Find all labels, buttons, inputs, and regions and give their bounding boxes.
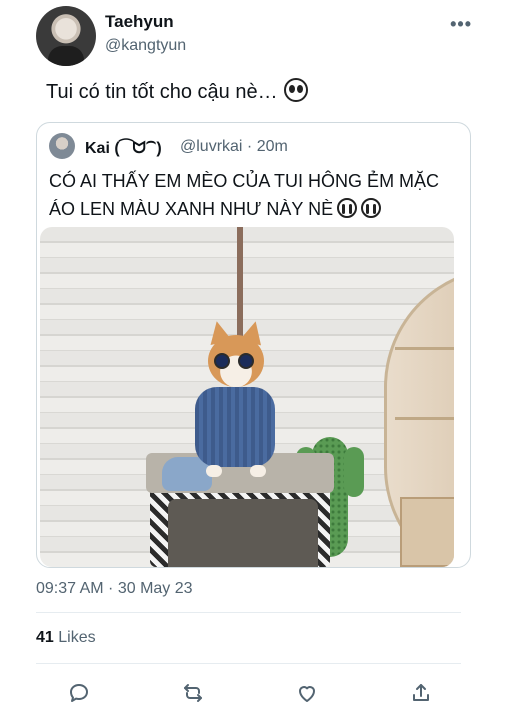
cat-photo[interactable]: [40, 227, 454, 567]
reply-icon[interactable]: [62, 676, 96, 710]
cardboard-box: [400, 497, 454, 567]
share-icon[interactable]: [404, 676, 438, 710]
divider: [36, 663, 461, 664]
quoted-avatar[interactable]: [49, 133, 75, 159]
like-icon[interactable]: [290, 676, 324, 710]
cat-sweater: [195, 387, 275, 467]
user-handle[interactable]: @kangtyun: [105, 37, 186, 55]
quoted-text-content: CÓ AI THẤY EM MÈO CỦA TUI HÔNG ẺM MẶC ÁO…: [49, 171, 440, 219]
quoted-tweet[interactable]: Kai (⁀ᗢ⁀) @luvrkai · 20m CÓ AI THẤY EM M…: [36, 122, 471, 568]
retweet-icon[interactable]: [176, 676, 210, 710]
more-icon[interactable]: •••: [450, 14, 472, 35]
divider: [36, 612, 461, 613]
quoted-text: CÓ AI THẤY EM MÈO CỦA TUI HÔNG ẺM MẶC ÁO…: [49, 167, 461, 223]
likes-number: 41: [36, 629, 54, 646]
sunglasses-lens: [238, 353, 254, 369]
sunglasses-lens: [214, 353, 230, 369]
tweet-text-content: Tui có tin tốt cho cậu nè…: [46, 81, 278, 103]
curtain-pole: [237, 227, 243, 337]
cat-paw: [206, 465, 222, 477]
quoted-display-name: Kai (⁀ᗢ⁀): [85, 140, 162, 157]
scratcher-hole: [168, 499, 318, 567]
cactus-arm: [344, 447, 364, 497]
cat-paw: [250, 465, 266, 477]
tweet-text: Tui có tin tốt cho cậu nè…: [46, 78, 308, 104]
avatar[interactable]: [36, 6, 96, 66]
shelf-divider: [395, 417, 454, 420]
likes-label: Likes: [58, 629, 96, 646]
tweet-timestamp[interactable]: 09:37 AM · 30 May 23: [36, 580, 193, 598]
tweet-header: Taehyun @kangtyun •••: [36, 6, 486, 68]
likes-count[interactable]: 41 Likes: [36, 629, 96, 647]
action-bar: [36, 676, 461, 710]
sweat-smile-emoji-icon: [283, 78, 308, 102]
crying-emoji-icon: [361, 198, 382, 218]
display-name[interactable]: Taehyun: [105, 12, 174, 32]
quoted-handle-time: @luvrkai · 20m: [180, 138, 288, 155]
crying-emoji-icon: [337, 198, 358, 218]
shelf-divider: [395, 347, 454, 350]
